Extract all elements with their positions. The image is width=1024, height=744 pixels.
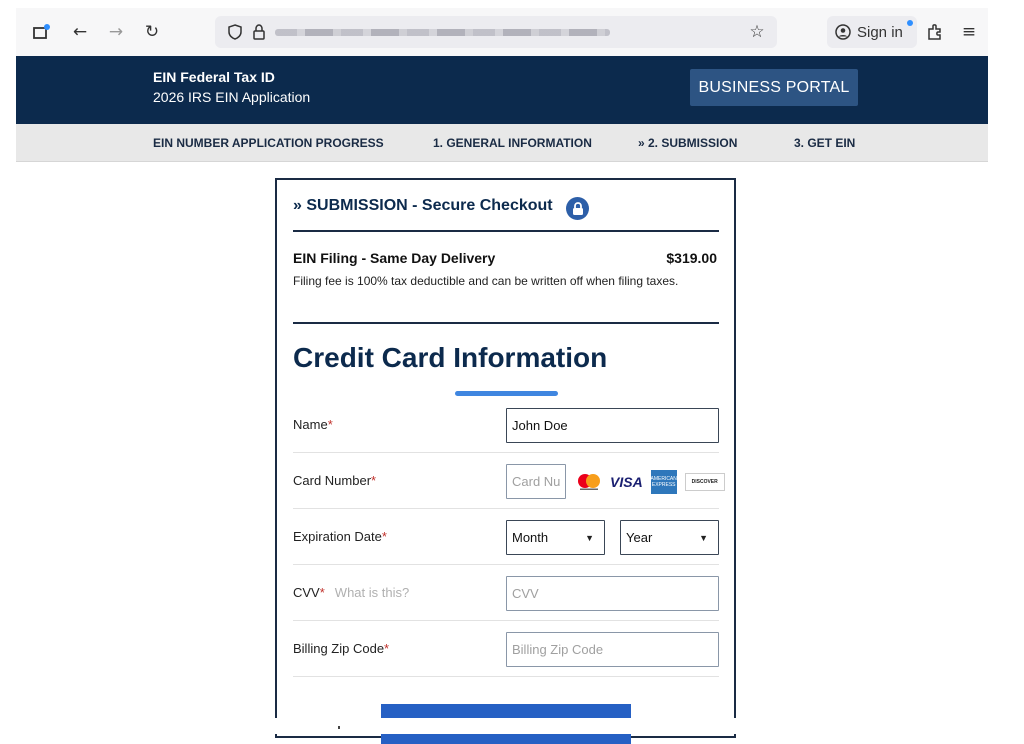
form-row-zip: Billing Zip Code* Billing Zip Code bbox=[293, 621, 719, 677]
sign-in-button[interactable]: Sign in bbox=[827, 16, 917, 48]
reload-icon[interactable]: ↻ bbox=[140, 20, 164, 44]
cvv-label-text: CVV bbox=[293, 585, 320, 600]
business-portal-button[interactable]: BUSINESS PORTAL bbox=[690, 69, 858, 106]
form-row-expiration: Expiration Date* Month ▼ Year ▼ bbox=[293, 509, 719, 565]
shield-icon[interactable] bbox=[223, 20, 247, 44]
form-row-name: Name* John Doe bbox=[293, 397, 719, 453]
notification-dot bbox=[907, 20, 913, 26]
back-arrow-icon[interactable]: ← bbox=[68, 20, 92, 44]
required-marker: * bbox=[371, 473, 377, 488]
year-select[interactable]: Year ▼ bbox=[620, 520, 719, 555]
discover-icon: DISCOVER bbox=[684, 473, 725, 491]
cvv-help-link[interactable]: What is this? bbox=[335, 585, 409, 600]
checkout-card: » SUBMISSION - Secure Checkout EIN Filin… bbox=[275, 178, 736, 744]
name-label: Name* bbox=[293, 417, 333, 432]
month-select[interactable]: Month ▼ bbox=[506, 520, 605, 555]
card-number-label-text: Card Number bbox=[293, 473, 372, 488]
section-heading: Credit Card Information bbox=[293, 342, 608, 373]
form-row-card-number: Card Number* Card Nu VISA AMERICAN EXPRE… bbox=[293, 453, 725, 509]
forward-arrow-icon[interactable]: → bbox=[104, 20, 128, 44]
chevron-down-icon: ▼ bbox=[585, 532, 594, 543]
account-icon bbox=[835, 24, 851, 40]
secure-lock-icon bbox=[566, 197, 589, 220]
heading-accent-bar bbox=[455, 391, 558, 396]
visa-icon: VISA bbox=[610, 474, 643, 490]
required-marker: * bbox=[381, 529, 387, 544]
progress-label: EIN NUMBER APPLICATION PROGRESS bbox=[153, 136, 384, 150]
cursor-mark bbox=[338, 726, 340, 729]
tabs-icon[interactable] bbox=[30, 20, 54, 44]
order-item-name: EIN Filing - Same Day Delivery bbox=[293, 250, 496, 266]
card-number-label: Card Number* bbox=[293, 473, 376, 488]
form-row-cvv: CVV* What is this? CVV bbox=[293, 565, 719, 621]
menu-icon[interactable]: ≡ bbox=[957, 20, 981, 44]
order-item-price: $319.00 bbox=[666, 250, 717, 266]
cvv-input[interactable]: CVV bbox=[506, 576, 719, 611]
progress-step-general-information: 1. GENERAL INFORMATION bbox=[433, 136, 592, 150]
billing-zip-input[interactable]: Billing Zip Code bbox=[506, 632, 719, 667]
progress-step-submission: » 2. SUBMISSION bbox=[638, 136, 738, 150]
brand-title: EIN Federal Tax ID bbox=[153, 69, 275, 85]
blurred-url bbox=[275, 29, 610, 36]
sign-in-label: Sign in bbox=[857, 23, 903, 41]
address-bar[interactable]: ☆ bbox=[215, 16, 777, 48]
card-number-input[interactable]: Card Nu bbox=[506, 464, 566, 499]
browser-toolbar: ← → ↻ ☆ Sign in ≡ bbox=[16, 8, 988, 56]
amex-icon: AMERICAN EXPRESS bbox=[650, 470, 677, 494]
expiration-label: Expiration Date* bbox=[293, 529, 387, 544]
required-marker: * bbox=[319, 585, 325, 600]
extensions-icon[interactable] bbox=[923, 20, 947, 44]
brand-subtitle: 2026 IRS EIN Application bbox=[153, 89, 311, 105]
expiration-label-text: Expiration Date bbox=[293, 529, 382, 544]
month-select-value: Month bbox=[512, 530, 549, 545]
progress-step-get-ein: 3. GET EIN bbox=[794, 136, 856, 150]
order-item-note: Filing fee is 100% tax deductible and ca… bbox=[293, 274, 679, 288]
zip-label: Billing Zip Code* bbox=[293, 641, 389, 656]
divider bbox=[293, 322, 719, 324]
year-select-value: Year bbox=[626, 530, 653, 545]
checkout-title: » SUBMISSION - Secure Checkout bbox=[293, 197, 553, 214]
required-marker: * bbox=[384, 641, 390, 656]
divider bbox=[293, 230, 719, 232]
star-icon[interactable]: ☆ bbox=[745, 20, 769, 44]
page-bottom-margin bbox=[0, 718, 1024, 734]
cvv-label: CVV* What is this? bbox=[293, 585, 409, 600]
zip-label-text: Billing Zip Code bbox=[293, 641, 385, 656]
name-label-text: Name bbox=[293, 417, 328, 432]
site-header: EIN Federal Tax ID 2026 IRS EIN Applicat… bbox=[16, 56, 988, 124]
chevron-down-icon: ▼ bbox=[699, 532, 708, 543]
name-input[interactable]: John Doe bbox=[506, 408, 719, 443]
application-progress: EIN NUMBER APPLICATION PROGRESS 1. GENER… bbox=[16, 124, 988, 162]
card-logos: VISA AMERICAN EXPRESS DISCOVER bbox=[576, 470, 725, 494]
lock-icon[interactable] bbox=[247, 20, 271, 44]
mastercard-icon bbox=[578, 474, 600, 490]
required-marker: * bbox=[327, 417, 333, 432]
